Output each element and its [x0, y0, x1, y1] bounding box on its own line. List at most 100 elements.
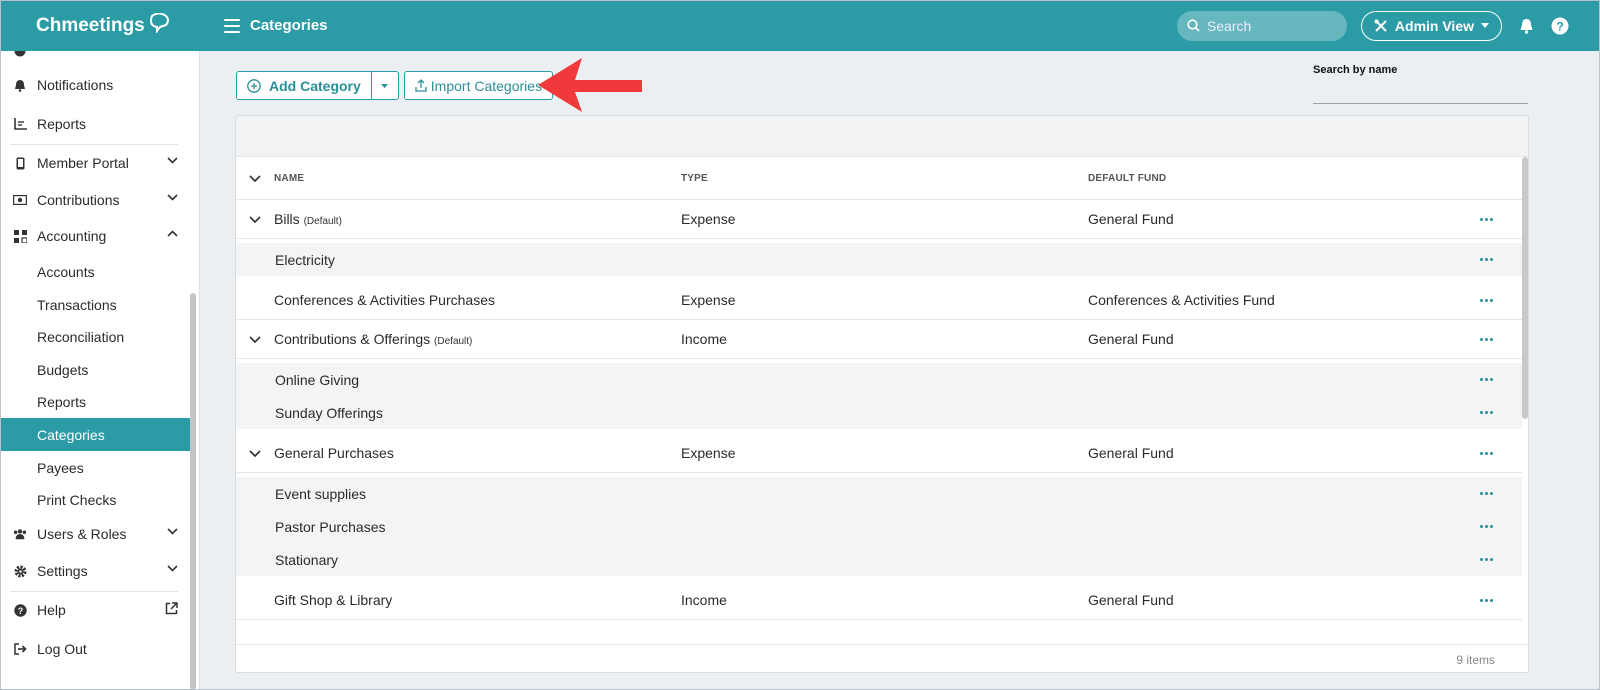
search-by-name-input[interactable] [1313, 80, 1528, 102]
default-tag: (Default) [303, 216, 342, 227]
table-subrow[interactable]: Sunday Offerings [236, 396, 1522, 429]
sidebar-subitem-reconciliation[interactable]: Reconciliation [0, 320, 190, 353]
category-name: Electricity [275, 251, 335, 268]
table-row[interactable]: General Purchases Expense General Fund [236, 434, 1522, 473]
cell-type: Income [681, 331, 727, 347]
sidebar-item-accounting[interactable]: Accounting [0, 219, 190, 253]
cell-name: Pastor Purchases [274, 519, 681, 535]
more-actions-icon[interactable] [1468, 411, 1504, 414]
clock-icon [13, 51, 27, 58]
table-subrow[interactable]: Event supplies [236, 477, 1522, 510]
sidebar-divider [10, 144, 178, 145]
table-row[interactable]: Contributions & Offerings (Default) Incom… [236, 320, 1522, 359]
admin-view-button[interactable]: Admin View [1360, 10, 1502, 41]
table-subrow[interactable]: Electricity [236, 243, 1522, 276]
row-expand-toggle[interactable] [236, 215, 274, 223]
global-search-input[interactable] [1206, 17, 1327, 34]
sidebar-item-appointments-partial[interactable] [0, 51, 190, 68]
more-actions-icon[interactable] [1468, 258, 1504, 261]
search-by-name-label: Search by name [1313, 64, 1398, 76]
sidebar-item-member-portal[interactable]: Member Portal [0, 146, 190, 180]
table-subrow[interactable]: Stationary [236, 543, 1522, 576]
chart-icon [13, 117, 27, 131]
cell-name: Sunday Offerings [274, 405, 681, 421]
sidebar-subitem-budgets[interactable]: Budgets [0, 353, 190, 386]
sidebar-item-label: Contributions [37, 192, 120, 208]
sidebar-scrollbar[interactable] [190, 293, 196, 690]
bell-icon[interactable] [1516, 16, 1536, 36]
cell-name: Contributions & Offerings (Default) [274, 331, 681, 347]
cell-name: Stationary [274, 552, 681, 568]
more-actions-icon[interactable] [1468, 558, 1504, 561]
add-category-dropdown[interactable] [372, 72, 398, 99]
category-name: General Purchases [274, 445, 394, 461]
cell-name: Conferences & Activities Purchases [274, 292, 681, 308]
sidebar-subitem-categories[interactable]: Categories [0, 418, 190, 451]
column-header-default-fund[interactable]: DEFAULT FUND [1088, 173, 1468, 184]
row-expand-toggle[interactable] [236, 449, 274, 457]
sidebar-item-settings[interactable]: Settings [0, 554, 190, 588]
users-icon [13, 527, 27, 541]
sidebar-subitem-print-checks[interactable]: Print Checks [0, 483, 190, 516]
column-header-type[interactable]: TYPE [681, 173, 1088, 184]
hamburger-menu-icon[interactable] [224, 18, 240, 33]
column-header-name[interactable]: NAME [274, 173, 681, 184]
table-footer: 9 items [236, 644, 1528, 672]
cell-type: Expense [681, 292, 736, 308]
cell-default-fund: Conferences & Activities Fund [1088, 292, 1275, 308]
sidebar-subitem-accounts[interactable]: Accounts [0, 255, 190, 288]
chevron-down-icon [249, 215, 261, 223]
annotation-arrow [538, 58, 642, 112]
phone-icon [13, 156, 27, 170]
sidebar-item-help[interactable]: ? Help [0, 593, 190, 627]
more-actions-icon[interactable] [1468, 598, 1504, 602]
table-row[interactable]: Gift Shop & Library Income General Fund [236, 581, 1522, 620]
sidebar-item-contributions[interactable]: Contributions [0, 183, 190, 217]
chevron-down-icon [249, 174, 261, 182]
svg-text:?: ? [1556, 19, 1563, 33]
sidebar-item-users-roles[interactable]: Users & Roles [0, 517, 190, 551]
cell-default-fund: General Fund [1088, 592, 1174, 608]
add-category-button[interactable]: Add Category [237, 72, 372, 99]
sidebar-subitem-reports[interactable]: Reports [0, 385, 190, 418]
upload-icon [415, 79, 427, 92]
global-search[interactable] [1176, 10, 1347, 41]
table-subrow[interactable]: Online Giving [236, 363, 1522, 396]
category-name: Sunday Offerings [275, 404, 383, 421]
chevron-down-icon [167, 528, 178, 535]
sidebar: Notifications Reports Member Portal Cont… [0, 51, 200, 690]
sidebar-item-notifications[interactable]: Notifications [0, 68, 190, 102]
expand-all-toggle[interactable] [236, 174, 274, 182]
cell-default-fund: General Fund [1088, 331, 1174, 347]
sidebar-subitem-payees[interactable]: Payees [0, 451, 190, 484]
table-subrow[interactable]: Pastor Purchases [236, 510, 1522, 543]
more-actions-icon[interactable] [1468, 298, 1504, 302]
category-name: Event supplies [275, 485, 367, 502]
row-expand-toggle[interactable] [236, 335, 274, 343]
sidebar-item-label: Help [37, 602, 66, 618]
cash-icon [13, 193, 27, 207]
sidebar-subitem-transactions[interactable]: Transactions [0, 288, 190, 321]
more-actions-icon[interactable] [1468, 492, 1504, 495]
table-row[interactable]: Conferences & Activities Purchases Expens… [236, 281, 1522, 320]
help-icon: ? [13, 603, 27, 617]
category-name: Pastor Purchases [275, 518, 386, 535]
search-by-name-underline [1313, 103, 1528, 104]
chat-bubble-logo-icon [149, 12, 169, 33]
gear-icon [13, 564, 27, 578]
table-row[interactable]: Bills (Default) Expense General Fund [236, 200, 1522, 239]
more-actions-icon[interactable] [1468, 337, 1504, 341]
more-actions-icon[interactable] [1468, 378, 1504, 381]
table-scrollbar[interactable] [1522, 157, 1528, 419]
table-header-row: NAME TYPE DEFAULT FUND [236, 157, 1522, 200]
help-icon[interactable]: ? [1550, 16, 1570, 36]
admin-view-label: Admin View [1394, 17, 1474, 34]
more-actions-icon[interactable] [1468, 525, 1504, 528]
sidebar-item-reports[interactable]: Reports [0, 107, 190, 141]
category-name: Stationary [275, 551, 339, 568]
sidebar-item-log-out[interactable]: Log Out [0, 632, 190, 666]
more-actions-icon[interactable] [1468, 217, 1504, 221]
more-actions-icon[interactable] [1468, 451, 1504, 455]
brand-logo[interactable]: Chmeetings [0, 12, 200, 37]
cell-type: Expense [681, 445, 736, 461]
